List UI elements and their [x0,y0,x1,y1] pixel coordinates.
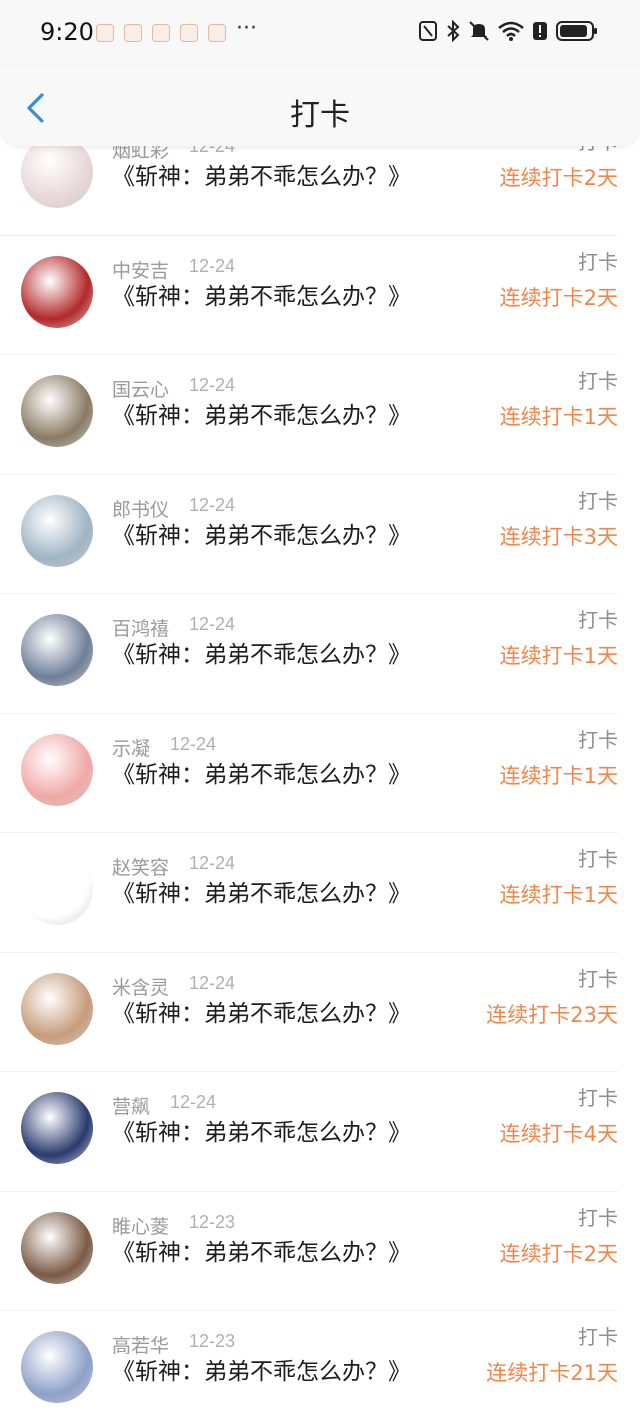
list-item[interactable]: 睢心菱 12-23 《斩神：弟弟不乖怎么办？》 打卡 连续打卡2天 [0,1191,618,1311]
book-title: 《斩神：弟弟不乖怎么办？》 [112,522,411,549]
checkin-date: 12-24 [189,972,236,993]
checkin-action-label: 打卡 [578,488,618,513]
page-title: 打卡 [290,98,350,133]
list-item[interactable]: 米含灵 12-24 《斩神：弟弟不乖怎么办？》 打卡 连续打卡23天 [0,952,618,1072]
book-title: 《斩神：弟弟不乖怎么办？》 [112,1359,411,1385]
checkin-streak: 连续打卡1天 [499,763,618,788]
checkin-streak: 连续打卡1天 [499,883,618,907]
avatar[interactable] [21,972,93,1045]
checkin-streak: 连续打卡3天 [499,524,618,549]
notification-icon [180,24,198,42]
list-item[interactable]: 中安吉 12-24 《斩神：弟弟不乖怎么办？》 打卡 连续打卡2天 [0,235,618,355]
list-item[interactable]: 营飙 12-24 《斩神：弟弟不乖怎么办？》 打卡 连续打卡4天 [0,1072,618,1192]
avatar[interactable] [21,1092,93,1164]
alert-icon [533,22,547,40]
system-icons [418,20,598,42]
page-header: 打卡 [0,66,640,146]
list-item[interactable]: 赵笑容 12-24 《斩神：弟弟不乖怎么办？》 打卡 连续打卡1天 [0,833,618,953]
list-item[interactable]: 国云心 12-24 《斩神：弟弟不乖怎么办？》 打卡 连续打卡1天 [0,355,618,475]
notification-icon [96,24,114,42]
list-item[interactable]: 百鸿禧 12-24 《斩神：弟弟不乖怎么办？》 打卡 连续打卡1天 [0,594,618,714]
checkin-streak: 连续打卡2天 [499,166,618,190]
status-bar: 9:20 ··· [0,0,640,66]
book-title: 《斩神：弟弟不乖怎么办？》 [112,1120,411,1146]
book-title: 《斩神：弟弟不乖怎么办？》 [112,1000,411,1027]
checkin-action-label: 打卡 [578,608,618,632]
checkin-action-label: 打卡 [578,1086,618,1110]
book-title: 《斩神：弟弟不乖怎么办？》 [112,403,411,429]
avatar[interactable] [21,1331,93,1403]
checkin-date: 12-24 [189,375,236,395]
checkin-list: 烟虹彩12-24《斩神：弟弟不乖怎么办？》打卡连续打卡2天中安吉12-24《斩神… [0,116,640,1424]
list-item[interactable]: 高若华 12-23 《斩神：弟弟不乖怎么办？》 打卡 连续打卡21天 [0,1311,618,1424]
avatar[interactable] [21,494,93,567]
checkin-action-label: 打卡 [578,966,618,991]
notification-icons [96,24,226,42]
avatar[interactable] [21,853,93,925]
status-time: 9:20 [40,18,94,46]
avatar[interactable] [21,733,93,806]
more-notifications-indicator: ··· [236,16,257,41]
checkin-action-label: 打卡 [578,249,618,274]
checkin-action-label: 打卡 [578,1325,618,1349]
checkin-date: 12-24 [189,494,236,515]
checkin-date: 12-24 [170,733,217,754]
checkin-date: 12-23 [189,1211,236,1232]
checkin-streak: 连续打卡21天 [486,1361,618,1385]
battery-icon [556,21,597,41]
notification-icon [152,24,170,42]
book-title: 《斩神：弟弟不乖怎么办？》 [112,761,411,788]
avatar[interactable] [21,614,93,686]
book-title: 《斩神：弟弟不乖怎么办？》 [112,283,411,310]
bluetooth-icon [447,20,460,42]
checkin-streak: 连续打卡2天 [499,285,618,310]
list-item[interactable]: 示凝 12-24 《斩神：弟弟不乖怎么办？》 打卡 连续打卡1天 [0,713,618,833]
avatar[interactable] [21,375,93,447]
wifi-icon [498,21,524,41]
avatar[interactable] [21,255,93,328]
checkin-streak: 连续打卡1天 [499,405,618,429]
checkin-date: 12-23 [189,1331,236,1351]
checkin-date: 12-24 [189,255,236,276]
notification-icon [124,24,142,42]
checkin-date: 12-24 [189,614,236,634]
checkin-action-label: 打卡 [578,1205,618,1230]
book-title: 《斩神：弟弟不乖怎么办？》 [112,642,411,668]
book-title: 《斩神：弟弟不乖怎么办？》 [112,1239,411,1266]
avatar[interactable] [21,1211,93,1284]
checkin-streak: 连续打卡2天 [499,1241,618,1266]
checkin-action-label: 打卡 [578,727,618,752]
notification-icon [208,24,226,42]
checkin-date: 12-24 [189,853,236,873]
nfc-icon [419,21,437,41]
checkin-date: 12-24 [170,1092,217,1112]
book-title: 《斩神：弟弟不乖怎么办？》 [112,164,411,190]
mute-icon [469,21,489,41]
checkin-streak: 连续打卡23天 [486,1002,618,1027]
checkin-action-label: 打卡 [578,847,618,871]
checkin-streak: 连续打卡4天 [499,1122,618,1146]
checkin-streak: 连续打卡1天 [499,644,618,668]
avatar[interactable] [21,136,93,208]
book-title: 《斩神：弟弟不乖怎么办？》 [112,881,411,907]
list-item[interactable]: 郎书仪 12-24 《斩神：弟弟不乖怎么办？》 打卡 连续打卡3天 [0,474,618,594]
checkin-action-label: 打卡 [578,369,618,393]
